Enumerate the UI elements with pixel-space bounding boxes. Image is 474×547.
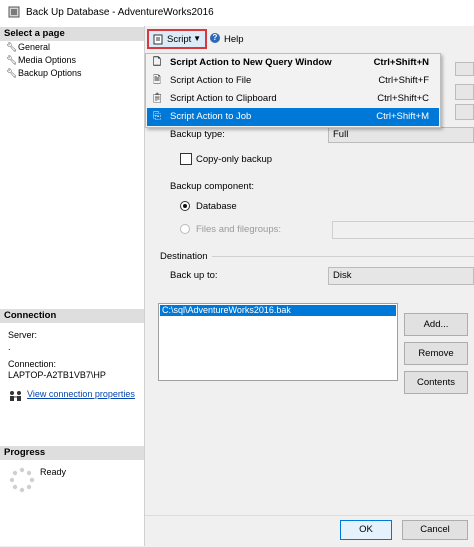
cancel-button[interactable]: Cancel xyxy=(402,520,468,540)
page-item-label: General xyxy=(18,42,51,52)
list-item[interactable]: C:\sql\AdventureWorks2016.bak xyxy=(160,305,396,316)
copy-only-checkbox[interactable] xyxy=(180,153,192,165)
select-page-header: Select a page xyxy=(0,27,144,41)
back-up-to-label: Back up to: xyxy=(170,270,218,281)
menu-item-label: Script Action to File xyxy=(170,75,252,86)
menu-item-shortcut: Ctrl+Shift+F xyxy=(378,75,429,86)
page-item-backup-options[interactable]: 🔧︎Backup Options xyxy=(6,67,82,79)
contents-button[interactable]: Contents xyxy=(404,371,468,394)
menu-item-shortcut: Ctrl+Shift+C xyxy=(377,93,429,104)
menu-item-new-query-window[interactable]: 🗋︎ Script Action to New Query Window Ctr… xyxy=(147,54,439,72)
menu-item-label: Script Action to Clipboard xyxy=(170,93,277,104)
help-button-label[interactable]: Help xyxy=(224,34,244,45)
back-up-to-select[interactable]: Disk xyxy=(328,267,474,285)
connection-header: Connection xyxy=(0,309,144,323)
connection-value: LAPTOP-A2TB1VB7\HP xyxy=(8,370,106,380)
hidden-field-1 xyxy=(455,62,474,76)
page-item-media-options[interactable]: 🔧︎Media Options xyxy=(6,54,76,66)
script-button-label: Script xyxy=(167,34,192,45)
progress-spinner-icon xyxy=(9,467,35,493)
clipboard-icon: 📋︎ xyxy=(151,93,164,104)
wrench-icon: 🔧︎ xyxy=(6,42,18,52)
script-dropdown-menu: 🗋︎ Script Action to New Query Window Ctr… xyxy=(145,53,441,128)
connection-properties-icon xyxy=(9,390,23,404)
view-connection-properties-link[interactable]: View connection properties xyxy=(27,389,135,399)
menu-item-shortcut: Ctrl+Shift+N xyxy=(373,57,429,68)
remove-button[interactable]: Remove xyxy=(404,342,468,365)
script-icon xyxy=(153,34,164,47)
files-filegroups-field xyxy=(332,221,474,239)
connection-label: Connection: xyxy=(8,359,57,369)
backup-component-label: Backup component: xyxy=(170,181,254,192)
add-button[interactable]: Add... xyxy=(404,313,468,336)
server-label: Server: xyxy=(8,330,38,340)
copy-only-label: Copy-only backup xyxy=(196,154,273,165)
menu-item-label: Script Action to New Query Window xyxy=(170,57,332,68)
script-button[interactable]: Script ▼ xyxy=(147,29,207,49)
database-radio[interactable] xyxy=(180,201,190,211)
backup-type-label: Backup type: xyxy=(170,129,225,140)
window-title: Back Up Database - AdventureWorks2016 xyxy=(26,7,214,18)
database-option-label: Database xyxy=(196,201,237,212)
page-item-label: Media Options xyxy=(18,55,77,65)
destination-divider xyxy=(212,256,474,257)
destination-label: Destination xyxy=(160,251,208,262)
database-backup-icon xyxy=(8,6,20,18)
menu-item-clipboard[interactable]: 📋︎ Script Action to Clipboard Ctrl+Shift… xyxy=(147,90,439,108)
hidden-field-3 xyxy=(455,104,474,120)
menu-item-file[interactable]: 🗎︎ Script Action to File Ctrl+Shift+F xyxy=(147,72,439,90)
ok-button[interactable]: OK xyxy=(340,520,392,540)
help-icon[interactable]: ? xyxy=(210,33,220,43)
backup-type-select[interactable]: Full xyxy=(328,127,474,143)
page-item-label: Backup Options xyxy=(18,68,82,78)
server-value: . xyxy=(8,342,11,352)
progress-status: Ready xyxy=(40,467,67,477)
files-option-label: Files and filegroups: xyxy=(196,224,282,235)
wrench-icon: 🔧︎ xyxy=(6,68,18,78)
job-icon: ⎘ xyxy=(153,111,161,122)
progress-header: Progress xyxy=(0,446,144,460)
new-query-icon: 🗋︎ xyxy=(152,57,162,68)
chevron-down-icon[interactable]: ▼ xyxy=(193,34,201,43)
menu-item-label: Script Action to Job xyxy=(170,111,252,122)
page-item-general[interactable]: 🔧︎General xyxy=(6,41,50,53)
destination-list[interactable]: C:\sql\AdventureWorks2016.bak xyxy=(158,303,398,381)
file-icon: 🗎︎ xyxy=(152,75,162,86)
files-filegroups-radio[interactable] xyxy=(180,224,190,234)
hidden-field-2 xyxy=(455,84,474,100)
menu-item-job[interactable]: ⎘ Script Action to Job Ctrl+Shift+M xyxy=(147,108,439,126)
wrench-icon: 🔧︎ xyxy=(6,55,18,65)
menu-item-shortcut: Ctrl+Shift+M xyxy=(376,111,429,122)
